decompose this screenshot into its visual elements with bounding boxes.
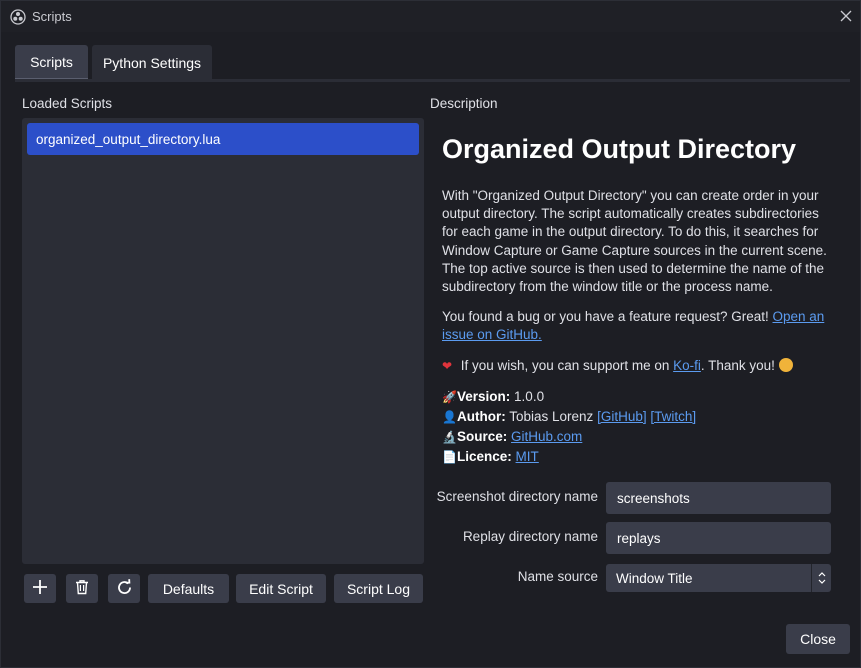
kofi-link[interactable]: Ko-fi [673, 358, 701, 373]
support-thanks: . Thank you! [700, 357, 779, 373]
name-source-value: Window Title [616, 570, 693, 586]
updown-arrows-icon[interactable] [811, 564, 831, 592]
licence-icon: 📄 [442, 449, 457, 464]
obs-logo-icon [10, 9, 26, 25]
tab-scripts[interactable]: Scripts [15, 45, 88, 80]
author-line: 👤Author: Tobias Lorenz [GitHub] [Twitch] [442, 407, 832, 427]
name-source-label: Name source [517, 569, 598, 584]
plus-icon [32, 579, 48, 598]
reload-icon [116, 578, 133, 599]
replay-directory-field[interactable]: replays [606, 522, 831, 554]
author-value: Tobias Lorenz [509, 408, 594, 424]
author-github-link[interactable]: [GitHub] [597, 409, 647, 424]
add-script-button[interactable] [24, 574, 56, 603]
version-label: Version: [457, 388, 511, 404]
version-value: 1.0.0 [514, 388, 545, 404]
tab-python-settings[interactable]: Python Settings [92, 45, 212, 80]
replay-directory-label: Replay directory name [462, 529, 598, 544]
trash-icon [74, 579, 90, 598]
loaded-scripts-list[interactable]: organized_output_directory.lua [22, 118, 424, 564]
source-icon: 🔬 [442, 429, 457, 444]
licence-link[interactable]: MIT [516, 449, 539, 464]
version-line: 🚀Version: 1.0.0 [442, 387, 832, 407]
bug-report-paragraph: You found a bug or you have a feature re… [442, 308, 832, 344]
screenshot-directory-label: Screenshot directory name [436, 489, 598, 504]
smile-emoji-icon [778, 357, 793, 372]
screenshot-directory-field[interactable]: screenshots [606, 482, 831, 514]
bug-report-text: You found a bug or you have a feature re… [442, 309, 773, 325]
close-button[interactable]: Close [786, 624, 850, 654]
script-list-item[interactable]: organized_output_directory.lua [27, 123, 419, 155]
licence-line: 📄Licence: MIT [442, 447, 832, 467]
reload-scripts-button[interactable] [108, 574, 140, 603]
loaded-scripts-label: Loaded Scripts [22, 96, 113, 111]
script-log-button[interactable]: Script Log [334, 574, 423, 603]
close-icon[interactable] [837, 7, 855, 25]
defaults-button[interactable]: Defaults [148, 574, 229, 603]
tab-divider [15, 79, 850, 82]
window-title: Scripts [32, 9, 72, 24]
author-twitch-link[interactable]: [Twitch] [650, 409, 696, 424]
description-paragraph: With "Organized Output Directory" you ca… [442, 188, 827, 295]
author-label: Author: [457, 408, 506, 424]
support-text: If you wish, you can support me on [457, 357, 674, 373]
licence-label: Licence: [457, 448, 512, 464]
edit-script-button[interactable]: Edit Script [236, 574, 326, 603]
name-source-select[interactable]: Window Title [606, 564, 831, 592]
support-paragraph: ❤ If you wish, you can support me on Ko-… [442, 357, 832, 375]
rocket-icon: 🚀 [442, 389, 457, 404]
heart-icon: ❤ [442, 358, 453, 373]
title-bar[interactable]: Scripts [1, 1, 860, 32]
source-line: 🔬Source: GitHub.com [442, 427, 832, 447]
source-link[interactable]: GitHub.com [511, 429, 582, 444]
scripts-window: Scripts Scripts Python Settings Loaded S… [0, 0, 861, 668]
description-label: Description [430, 96, 498, 111]
description-title: Organized Output Directory [442, 134, 797, 164]
remove-script-button[interactable] [66, 574, 98, 603]
script-description: Organized Output Directory With "Organiz… [442, 129, 832, 467]
author-icon: 👤 [442, 409, 457, 424]
source-label: Source: [457, 428, 508, 444]
